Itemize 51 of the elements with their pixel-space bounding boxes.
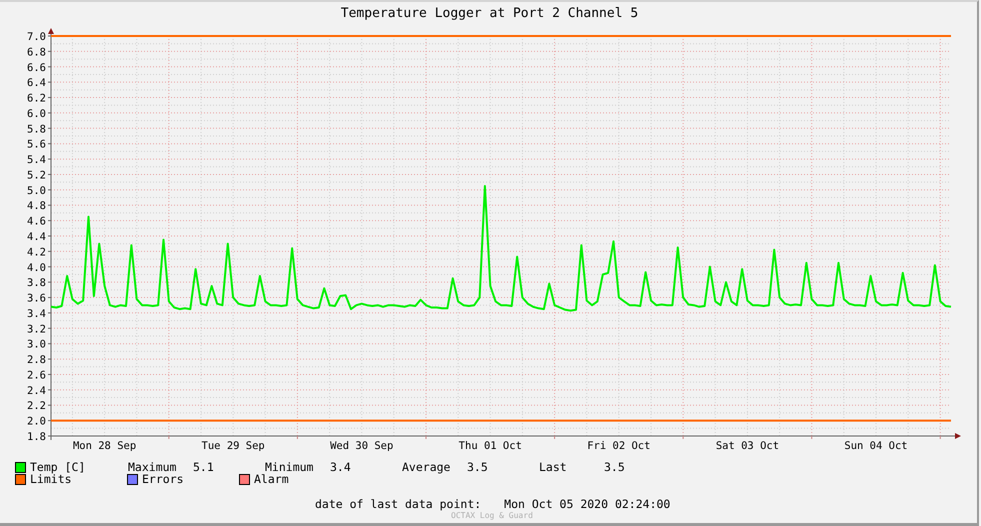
axis-label: 4.6 (27, 216, 46, 228)
axis-label: Thu 01 Oct (458, 440, 522, 451)
legend-label: Errors (142, 473, 184, 485)
axis-label: 2.6 (27, 369, 46, 382)
axis-label: 4.2 (27, 246, 46, 258)
axis-label: 7.0 (27, 31, 46, 43)
chart-title: Temperature Logger at Port 2 Channel 5 (340, 5, 640, 23)
credit-text: OCTAX Log & Guard (450, 511, 534, 520)
axis-label: Sun 04 Oct (844, 440, 908, 451)
axis-label: 3.8 (27, 277, 46, 290)
axis-label: 4.0 (27, 262, 46, 274)
axis-label: 5.0 (27, 184, 46, 197)
axis-label: 5.8 (27, 123, 46, 136)
stat-label: Average (402, 461, 452, 473)
axis-label: 5.4 (27, 154, 46, 166)
axis-label: 3.4 (27, 308, 46, 320)
axis-label: 3.0 (27, 338, 46, 351)
axis-label: 5.6 (27, 138, 46, 151)
axis-label: Mon 28 Sep (72, 440, 136, 451)
axis-label: 6.2 (27, 92, 46, 105)
axis-label: 2.4 (27, 384, 46, 397)
axis-label: 6.8 (27, 46, 46, 58)
axis-label: 5.2 (27, 169, 46, 182)
legend-label: Limits (30, 473, 72, 485)
stat-value: 5.1 (193, 461, 214, 473)
axis-label: 6.4 (27, 77, 46, 90)
axis-label: 3.6 (27, 292, 46, 305)
last-data-date: Mon Oct 05 2020 02:24:00 (504, 498, 670, 511)
axis-label: 3.2 (27, 323, 46, 336)
stat-label: Minimum (265, 461, 314, 473)
axis-label: 2.8 (27, 354, 46, 366)
stat-value: 3.5 (467, 461, 488, 473)
axis-label: Sat 03 Oct (716, 440, 780, 451)
legend-label: Temp [C] (30, 461, 86, 473)
axis-label: 2.0 (27, 416, 46, 428)
axis-label: 4.8 (27, 200, 46, 212)
axis-label: 4.4 (27, 231, 46, 243)
stat-value: 3.4 (330, 461, 351, 473)
stat-label: Maximum (128, 461, 178, 473)
axis-label: Wed 30 Sep (330, 440, 394, 451)
axis-label: Tue 29 Sep (202, 440, 265, 451)
stat-label: Last (539, 461, 568, 473)
legend-swatch (15, 462, 26, 472)
stat-value: 3.5 (604, 461, 625, 473)
axis-label: Fri 02 Oct (587, 440, 650, 451)
axis-label: 1.8 (27, 431, 46, 443)
legend-label: Alarm (254, 473, 289, 485)
axis-label: 6.6 (27, 62, 46, 74)
axis-label: 6.0 (27, 108, 46, 120)
last-data-label: date of last data point: (315, 498, 482, 511)
axis-label: 2.2 (27, 400, 46, 412)
